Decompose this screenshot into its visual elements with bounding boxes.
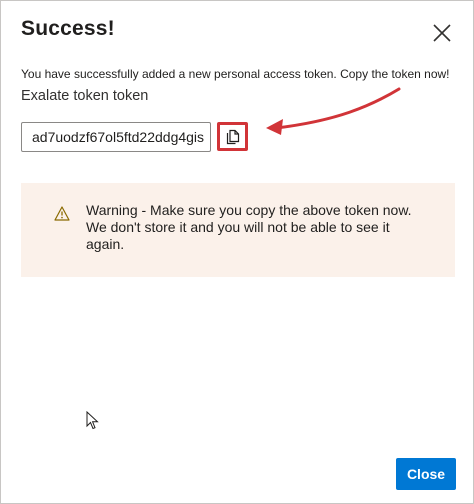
warning-icon (54, 206, 70, 221)
success-dialog: Success! You have successfully added a n… (0, 0, 474, 504)
close-button[interactable]: Close (396, 458, 456, 490)
annotation-arrow (266, 87, 401, 135)
warning-banner: Warning - Make sure you copy the above t… (21, 183, 455, 277)
warning-text: Warning - Make sure you copy the above t… (86, 202, 412, 252)
mouse-cursor-icon (86, 411, 99, 430)
